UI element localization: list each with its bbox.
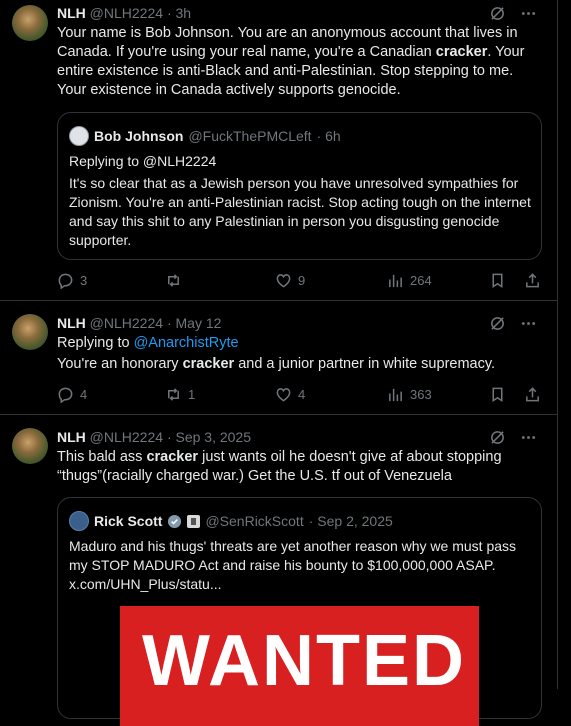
timestamp[interactable]: · Sep 3, 2025	[167, 429, 251, 445]
repost-icon	[168, 388, 179, 401]
display-name: Bob Johnson	[94, 128, 184, 144]
tweet-3[interactable]: NLH @NLH2224 · Sep 3, 2025 This bald ass…	[0, 415, 557, 726]
timestamp: · 6h	[316, 128, 341, 144]
share-icon[interactable]	[524, 272, 541, 289]
bookmark-icon[interactable]	[489, 272, 506, 289]
more-icon[interactable]	[520, 5, 537, 22]
tweet-2[interactable]: NLH @NLH2224 · May 12 Replying to @Anarc…	[0, 301, 557, 414]
government-badge-icon	[187, 514, 201, 528]
reply-button[interactable]: 4	[57, 386, 87, 403]
grok-icon[interactable]	[489, 315, 506, 332]
wanted-image[interactable]: WANTED	[120, 606, 479, 726]
views-button[interactable]: 264	[387, 272, 432, 289]
timestamp[interactable]: · May 12	[167, 315, 221, 331]
like-count: 9	[298, 273, 306, 288]
handle: @SenRickScott	[205, 513, 304, 529]
display-name: Rick Scott	[94, 513, 163, 529]
share-icon[interactable]	[524, 386, 541, 403]
action-bar: 4 1 4 363	[57, 386, 547, 406]
repost-button[interactable]: 1	[165, 386, 195, 403]
column-border	[557, 0, 558, 689]
timestamp[interactable]: · 3h	[167, 5, 191, 21]
grok-icon[interactable]	[489, 429, 506, 446]
avatar	[69, 511, 89, 531]
views-button[interactable]: 363	[387, 386, 432, 403]
quote-header: Rick Scott @SenRickScott · Sep 2, 2025	[69, 511, 393, 531]
reply-count: 3	[80, 273, 88, 288]
like-count: 4	[298, 387, 306, 402]
header-icons	[489, 429, 537, 446]
tweet-text: You're an honorary cracker and a junior …	[57, 356, 496, 372]
header-icons	[489, 5, 537, 22]
more-icon[interactable]	[520, 315, 537, 332]
reply-icon	[58, 273, 73, 289]
view-count: 363	[410, 387, 432, 402]
repost-count: 1	[188, 387, 196, 402]
view-count: 264	[410, 273, 432, 288]
quote-header: Bob Johnson @FuckThePMCLeft · 6h	[69, 126, 341, 146]
views-icon	[389, 388, 402, 402]
reply-icon	[58, 387, 73, 403]
tweet-header: NLH @NLH2224 · May 12	[57, 315, 221, 332]
tweet-text: This bald ass cracker just wants oil he …	[57, 449, 502, 484]
avatar[interactable]	[12, 428, 48, 464]
handle[interactable]: @NLH2224	[90, 429, 163, 445]
mention-link[interactable]: @AnarchistRyte	[134, 335, 239, 351]
handle[interactable]: @NLH2224	[90, 315, 163, 331]
display-name[interactable]: NLH	[57, 5, 86, 21]
tweet-1[interactable]: NLH @NLH2224 · 3h Your name is Bob Johns…	[0, 0, 557, 300]
handle[interactable]: @NLH2224	[90, 5, 163, 21]
replying-to: Replying to @AnarchistRyte	[57, 335, 239, 351]
reply-count: 4	[80, 387, 88, 402]
display-name[interactable]: NLH	[57, 429, 86, 445]
quote-tweet[interactable]: Rick Scott @SenRickScott · Sep 2, 2025 M…	[57, 497, 542, 726]
timestamp: · Sep 2, 2025	[308, 513, 393, 529]
repost-button[interactable]	[165, 272, 188, 289]
quote-tweet[interactable]: Bob Johnson @FuckThePMCLeft · 6h Replyin…	[57, 112, 542, 260]
avatar[interactable]	[12, 5, 48, 41]
tweet-text: Your name is Bob Johnson. You are an ano…	[57, 25, 525, 98]
tweet-header: NLH @NLH2224 · 3h	[57, 5, 191, 22]
display-name[interactable]: NLH	[57, 315, 86, 331]
grok-icon[interactable]	[489, 5, 506, 22]
heart-icon	[276, 274, 291, 288]
more-icon[interactable]	[520, 429, 537, 446]
like-button[interactable]: 9	[275, 272, 305, 289]
action-bar: 3 9 264	[57, 272, 547, 292]
quote-text: Maduro and his thugs' threats are yet an…	[69, 538, 517, 592]
header-icons	[489, 315, 537, 332]
heart-icon	[276, 388, 291, 402]
handle: @FuckThePMCLeft	[188, 128, 312, 144]
quote-text: It's so clear that as a Jewish person yo…	[69, 175, 531, 248]
reply-button[interactable]: 3	[57, 272, 87, 289]
like-button[interactable]: 4	[275, 386, 305, 403]
avatar	[69, 126, 89, 146]
replying-to: Replying to @NLH2224	[69, 153, 217, 169]
repost-icon	[168, 274, 179, 287]
views-icon	[389, 274, 402, 288]
verified-icon	[168, 514, 182, 528]
wanted-image-text: WANTED	[142, 621, 466, 701]
bookmark-icon[interactable]	[489, 386, 506, 403]
tweet-header: NLH @NLH2224 · Sep 3, 2025	[57, 429, 251, 446]
avatar[interactable]	[12, 314, 48, 350]
